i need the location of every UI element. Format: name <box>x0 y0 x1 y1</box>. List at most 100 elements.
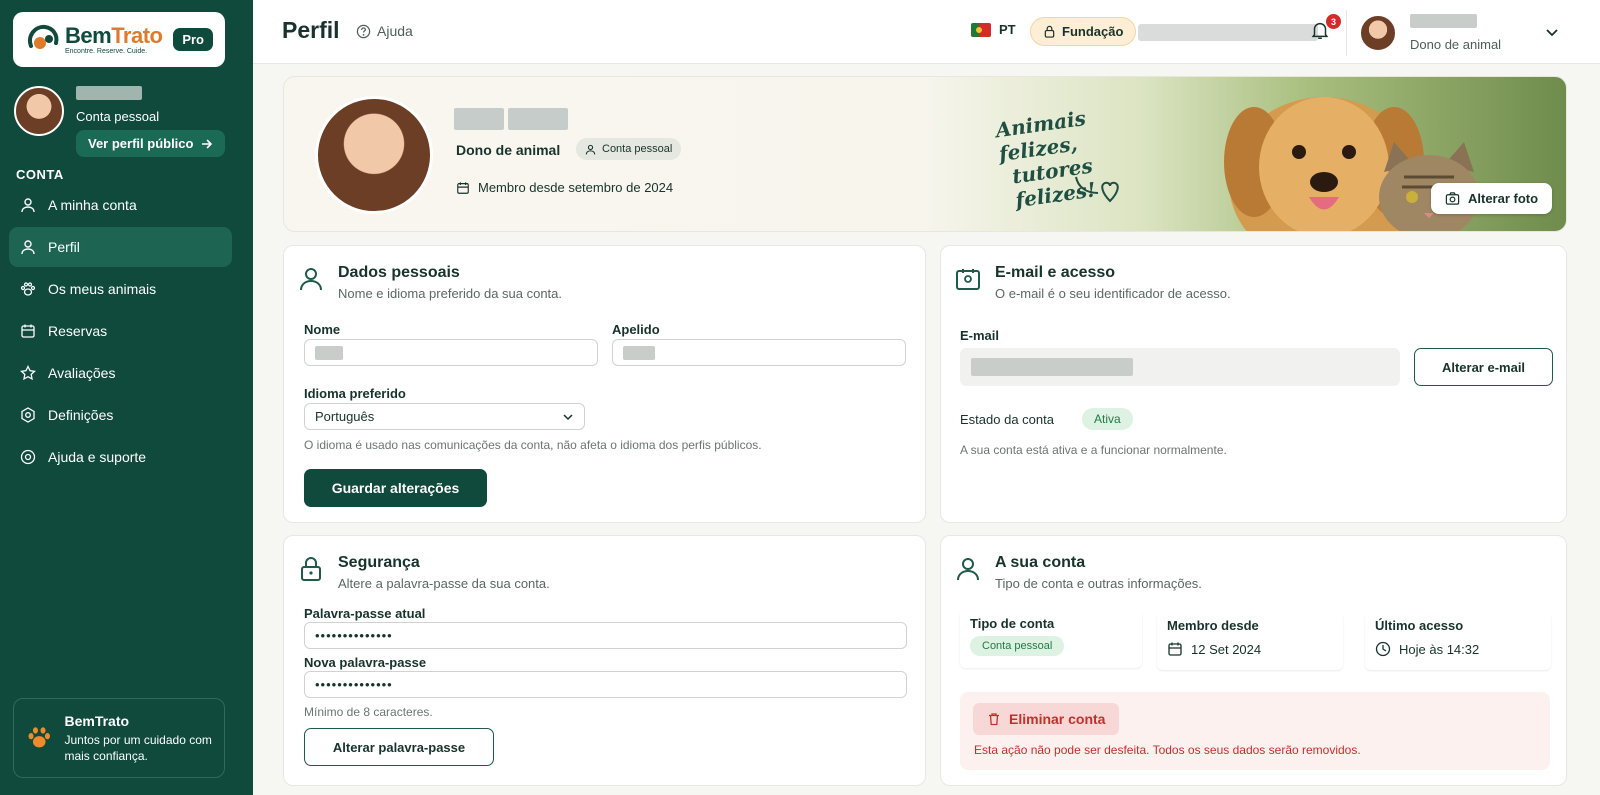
user-role: Dono de animal <box>1410 37 1502 52</box>
sidebar-item-reviews[interactable]: Avaliações <box>9 353 232 393</box>
sidebar-item-help[interactable]: Ajuda e suporte <box>9 437 232 477</box>
brand-logo[interactable]: BemTrato Encontre. Reserve. Cuide. Pro <box>13 12 225 67</box>
language-hint: O idioma é usado nas comunicações da con… <box>304 438 762 452</box>
sidebar-item-label: Ajuda e suporte <box>48 449 147 465</box>
user-icon <box>300 268 322 291</box>
lock-icon <box>301 557 321 581</box>
member-since-cell: Membro desde 12 Set 2024 <box>1157 612 1343 670</box>
pro-badge: Pro <box>173 28 213 51</box>
heart-icon <box>1075 176 1119 203</box>
card-title: Segurança <box>338 554 420 571</box>
help-icon <box>20 449 36 465</box>
sidebar-item-label: Reservas <box>48 323 108 339</box>
account-status-label: Estado da conta <box>960 412 1054 427</box>
card-title: E-mail e acesso <box>995 264 1116 281</box>
sidebar-user: Conta pessoal Ver perfil público <box>14 86 226 157</box>
password-hint: Mínimo de 8 caracteres. <box>304 705 433 719</box>
sidebar-section-title: CONTA <box>16 167 64 182</box>
calendar-icon <box>21 324 35 338</box>
card-subtitle: Nome e idioma preferido da sua conta. <box>338 286 563 301</box>
new-password-label: Nova palavra-passe <box>304 655 427 670</box>
notifications-button[interactable]: 3 <box>1309 14 1341 43</box>
user-icon <box>21 198 35 213</box>
email-label: E-mail <box>960 328 1000 343</box>
brand-name: BemTrato <box>65 22 163 48</box>
id-card-icon <box>956 269 980 290</box>
sidebar-item-my-account[interactable]: A minha conta <box>9 185 232 225</box>
first-name-label: Nome <box>304 322 341 337</box>
language-select[interactable]: Português <box>304 403 585 430</box>
top-bar: Perfil Ajuda PT Fundação 3 Dono de anima… <box>253 0 1600 64</box>
sidebar-item-label: Os meus animais <box>48 281 157 297</box>
user-menu[interactable]: Dono de animal <box>1360 14 1501 52</box>
account-type-badge: Conta pessoal <box>970 636 1065 656</box>
card-subtitle: O e-mail é o seu identificador de acesso… <box>995 286 1231 301</box>
account-type-label: Conta pessoal <box>76 109 160 124</box>
paw-icon <box>28 727 50 748</box>
security-card: Segurança Altere a palavra-passe da sua … <box>283 535 926 786</box>
calendar-icon <box>1168 642 1182 656</box>
brand-tagline: Encontre. Reserve. Cuide. <box>65 47 148 55</box>
last-access-cell: Último acesso Hoje às 14:32 <box>1365 612 1551 670</box>
account-info-card: A sua conta Tipo de conta e outras infor… <box>940 535 1567 786</box>
sidebar-item-bookings[interactable]: Reservas <box>9 311 232 351</box>
change-password-button[interactable]: Alterar palavra-passe <box>304 728 494 766</box>
profile-hero-banner: Dono de animal Conta pessoal Membro desd… <box>283 76 1567 232</box>
user-icon <box>957 558 979 581</box>
save-changes-button[interactable]: Guardar alterações <box>304 469 487 507</box>
current-password-field[interactable]: •••••••••••••• <box>304 622 907 649</box>
sidebar-item-settings[interactable]: Definições <box>9 395 232 435</box>
redacted-field <box>1138 24 1318 41</box>
sidebar-item-my-animals[interactable]: Os meus animais <box>9 269 232 309</box>
delete-warning: Esta ação não pode ser desfeita. Todos o… <box>974 743 1361 757</box>
first-name-field[interactable] <box>304 339 598 366</box>
member-since: Membro desde setembro de 2024 <box>456 180 673 195</box>
help-link[interactable]: Ajuda <box>356 23 413 39</box>
last-name-field[interactable] <box>612 339 906 366</box>
danger-zone: Eliminar conta Esta ação não pode ser de… <box>960 692 1550 770</box>
gear-icon <box>21 407 35 423</box>
arrow-right-icon <box>202 138 213 149</box>
new-password-field[interactable]: •••••••••••••• <box>304 671 907 698</box>
sidebar-item-profile[interactable]: Perfil <box>9 227 232 267</box>
view-public-profile-button[interactable]: Ver perfil público <box>76 130 226 157</box>
user-icon <box>585 144 596 154</box>
question-circle-icon <box>356 24 371 38</box>
change-photo-button[interactable]: Alterar foto <box>1431 183 1553 214</box>
star-icon <box>20 365 36 381</box>
clock-icon <box>1375 641 1391 657</box>
portugal-flag-icon <box>971 22 991 37</box>
status-text: A sua conta está ativa e a funcionar nor… <box>960 443 1227 457</box>
chevron-down-icon[interactable] <box>1544 24 1560 40</box>
last-name-label: Apelido <box>612 322 660 337</box>
card-title: Dados pessoais <box>338 264 460 281</box>
sidebar-nav: A minha conta Perfil Os meus animais Res… <box>9 185 232 479</box>
account-type-chip: Conta pessoal <box>576 138 682 160</box>
user-name-redacted <box>76 86 142 100</box>
sidebar-footer-card: BemTrato Juntos por um cuidado com mais … <box>13 698 225 778</box>
footer-title: BemTrato <box>64 712 130 729</box>
status-badge: Ativa <box>1082 408 1133 430</box>
trash-icon <box>989 713 999 726</box>
card-title: A sua conta <box>995 554 1086 571</box>
card-subtitle: Tipo de conta e outras informações. <box>995 576 1202 591</box>
language-selector[interactable]: PT <box>971 22 1016 37</box>
sidebar-item-label: A minha conta <box>48 197 137 213</box>
chevron-down-icon <box>563 414 573 421</box>
current-password-label: Palavra-passe atual <box>304 606 426 621</box>
change-email-button[interactable]: Alterar e-mail <box>1414 348 1553 386</box>
personal-data-card: Dados pessoais Nome e idioma preferido d… <box>283 245 926 523</box>
page-title: Perfil <box>282 17 340 43</box>
footer-text: Juntos por um cuidado com mais confiança… <box>64 732 212 763</box>
avatar <box>14 86 64 136</box>
profile-role: Dono de animal <box>456 142 561 158</box>
sidebar: BemTrato Encontre. Reserve. Cuide. Pro C… <box>0 0 253 795</box>
sidebar-item-label: Avaliações <box>48 365 116 381</box>
profile-name-redacted <box>454 108 568 130</box>
foundation-badge[interactable]: Fundação <box>1030 17 1137 46</box>
redacted-value <box>971 358 1133 376</box>
delete-account-button[interactable]: Eliminar conta <box>973 703 1120 735</box>
sidebar-item-label: Perfil <box>48 239 80 255</box>
avatar <box>1360 15 1396 51</box>
redacted-value <box>315 345 343 360</box>
